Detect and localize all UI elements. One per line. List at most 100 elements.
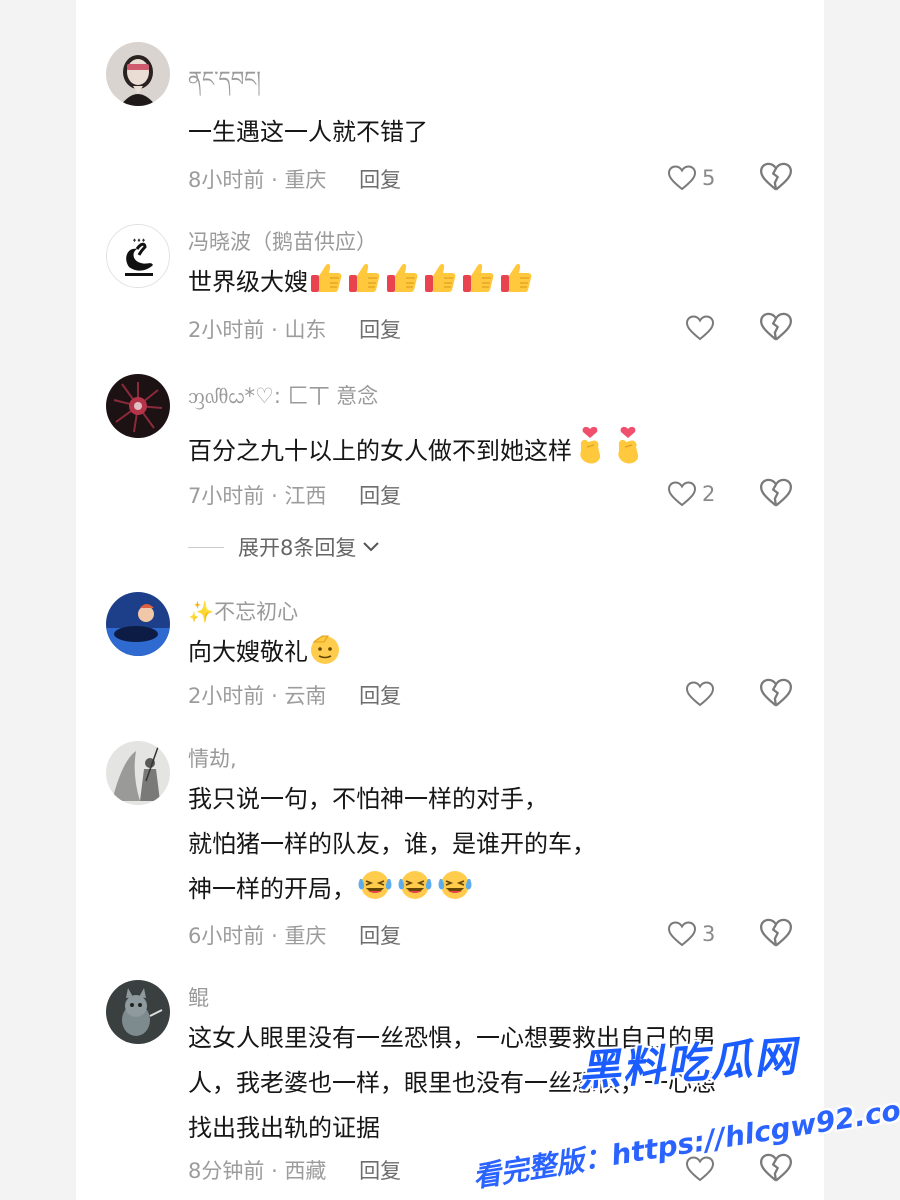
- dislike-button[interactable]: [760, 162, 792, 192]
- comment-location: 山东: [284, 318, 327, 342]
- avatar[interactable]: [106, 741, 170, 805]
- comment-text: 这女人眼里没有一丝恐惧，一心想要救出自己的男 人，我老婆也一样，眼里也没有一丝恐…: [188, 1016, 716, 1151]
- username[interactable]: 鲲: [188, 982, 209, 1012]
- comment-line: 人，我老婆也一样，眼里也没有一丝恐惧，一心想: [188, 1069, 716, 1097]
- separator: ·: [271, 318, 278, 342]
- comment-meta: 8小时前 · 重庆 回复: [188, 164, 401, 194]
- heart-icon: [668, 481, 696, 507]
- comment-line: 我只说一句，不怕神一样的对手，: [188, 785, 548, 813]
- avatar[interactable]: [106, 980, 170, 1044]
- comment-line-text: 向大嫂敬礼: [188, 638, 308, 666]
- username[interactable]: 冯晓波（鹅苗供应）: [188, 226, 377, 256]
- comment-meta: 7小时前 · 江西 回复: [188, 480, 401, 510]
- comment-location: 西藏: [284, 1159, 327, 1183]
- reply-button[interactable]: 回复: [359, 484, 401, 508]
- comment-list: ནང་དབང། 一生遇这一人就不错了 8小时前 · 重庆 回复 5 ♦♦♦ 冯晓…: [76, 0, 824, 1200]
- separator: ·: [271, 168, 278, 192]
- reply-button[interactable]: 回复: [359, 684, 401, 708]
- broken-heart-icon: [760, 918, 792, 947]
- salute-face-emoji: [308, 632, 342, 681]
- comment-line: 世界级大嫂: [188, 260, 536, 311]
- heart-icon: [686, 1156, 714, 1182]
- comment-text: 我只说一句，不怕神一样的对手， 就怕猪一样的队友，谁，是谁开的车， 神一样的开局…: [188, 777, 596, 918]
- separator: ·: [271, 924, 278, 948]
- username[interactable]: ᦀ᧞ᦲᦍ*♡: 匚丅 意念: [188, 380, 378, 410]
- reply-button[interactable]: 回复: [359, 318, 401, 342]
- svg-text:♦♦♦: ♦♦♦: [132, 238, 145, 244]
- comment-time: 2小时前: [188, 318, 265, 342]
- comment-line: 神一样的开局，: [188, 867, 596, 918]
- comment-text: 向大嫂敬礼: [188, 630, 344, 681]
- like-button[interactable]: 2: [668, 477, 748, 511]
- laugh-cry-emoji: [436, 867, 474, 918]
- comment-line: 向大嫂敬礼: [188, 630, 344, 681]
- reply-button[interactable]: 回复: [359, 924, 401, 948]
- emoji-row: [572, 426, 648, 465]
- thumbs-up-emoji: [498, 260, 534, 311]
- dislike-button[interactable]: [760, 678, 792, 708]
- heart-icon: [668, 165, 696, 191]
- separator: ·: [271, 1159, 278, 1183]
- emoji-row: [356, 871, 476, 903]
- comment-meta: 8分钟前 · 西藏 回复: [188, 1155, 401, 1185]
- thumbs-up-emoji: [422, 260, 458, 311]
- heart-icon: [686, 681, 714, 707]
- like-button[interactable]: [686, 677, 766, 711]
- comment-line: 这女人眼里没有一丝恐惧，一心想要救出自己的男: [188, 1024, 716, 1052]
- avatar[interactable]: ♦♦♦: [106, 224, 170, 288]
- broken-heart-icon: [760, 1153, 792, 1182]
- like-count: 2: [702, 482, 716, 506]
- dislike-button[interactable]: [760, 312, 792, 342]
- emoji-row: [308, 635, 344, 666]
- separator: ·: [271, 484, 278, 508]
- thumbs-up-emoji: [384, 260, 420, 311]
- dislike-button[interactable]: [760, 1153, 792, 1183]
- avatar[interactable]: [106, 592, 170, 656]
- like-button[interactable]: [686, 311, 766, 345]
- comment-time: 6小时前: [188, 924, 265, 948]
- emoji-row: [308, 264, 536, 296]
- avatar[interactable]: [106, 42, 170, 106]
- thumbs-up-emoji: [460, 260, 496, 311]
- comment-time: 7小时前: [188, 484, 265, 508]
- dislike-button[interactable]: [760, 478, 792, 508]
- expand-replies-button[interactable]: 展开8条回复: [188, 532, 380, 562]
- comment-location: 重庆: [284, 924, 327, 948]
- like-button[interactable]: [686, 1152, 766, 1186]
- laugh-cry-emoji: [396, 867, 434, 918]
- comment-meta: 6小时前 · 重庆 回复: [188, 920, 401, 950]
- separator: ·: [271, 684, 278, 708]
- thumbs-up-emoji: [308, 260, 344, 311]
- comment-text: 一生遇这一人就不错了: [188, 110, 428, 155]
- comment-line-text: 百分之九十以上的女人做不到她这样: [188, 437, 572, 465]
- divider: [188, 546, 224, 548]
- comment-location: 云南: [284, 684, 327, 708]
- broken-heart-icon: [760, 478, 792, 507]
- laugh-cry-emoji: [356, 867, 394, 918]
- finger-heart-emoji: [572, 425, 608, 480]
- comment-time: 2小时前: [188, 684, 265, 708]
- comment-line: 找出我出轨的证据: [188, 1114, 380, 1142]
- comment-line-text: 世界级大嫂: [188, 268, 308, 296]
- like-count: 5: [702, 166, 716, 190]
- reply-button[interactable]: 回复: [359, 1159, 401, 1183]
- broken-heart-icon: [760, 312, 792, 341]
- like-button[interactable]: 5: [668, 161, 748, 195]
- comment-line-text: 神一样的开局，: [188, 875, 356, 903]
- comment-line: 百分之九十以上的女人做不到她这样: [188, 425, 648, 480]
- broken-heart-icon: [760, 678, 792, 707]
- username[interactable]: ✨不忘初心: [188, 596, 298, 626]
- username[interactable]: 情劫,: [188, 743, 237, 773]
- expand-replies-label: 展开8条回复: [238, 536, 357, 560]
- username[interactable]: ནང་དབང།: [188, 56, 261, 115]
- heart-icon: [668, 921, 696, 947]
- like-button[interactable]: 3: [668, 917, 748, 951]
- chevron-down-icon: [363, 542, 380, 552]
- dislike-button[interactable]: [760, 918, 792, 948]
- avatar[interactable]: [106, 374, 170, 438]
- reply-button[interactable]: 回复: [359, 168, 401, 192]
- comment-location: 重庆: [284, 168, 327, 192]
- thumbs-up-emoji: [346, 260, 382, 311]
- comment-time: 8小时前: [188, 168, 265, 192]
- like-count: 3: [702, 922, 716, 946]
